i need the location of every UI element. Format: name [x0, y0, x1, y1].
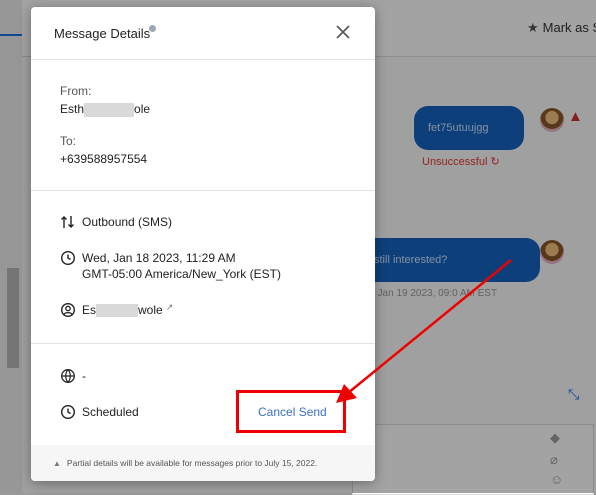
channel-row: - — [60, 368, 86, 384]
close-icon[interactable] — [333, 22, 353, 42]
external-link-icon[interactable]: ↗ — [166, 302, 174, 313]
globe-icon — [61, 369, 75, 384]
status-row: Scheduled — [60, 404, 139, 420]
direction-arrows-icon — [61, 216, 74, 228]
modal-title: Message Details — [54, 26, 151, 41]
status-text: Scheduled — [82, 405, 139, 419]
modal-header: Message Details — [31, 7, 375, 60]
footer-note: ▲ Partial details will be available for m… — [53, 458, 318, 468]
warning-icon: ▲ — [53, 459, 61, 468]
user-name[interactable]: Es wole — [82, 302, 163, 318]
details-section: Outbound (SMS) Wed, Jan 18 2023, 11:29 A… — [31, 191, 375, 344]
clock-icon — [60, 250, 76, 266]
from-name: Esth ole — [60, 102, 151, 117]
direction-row: Outbound (SMS) — [60, 214, 172, 230]
annotation-highlight-box — [236, 390, 346, 433]
recipients-section: From: Esth ole To: +639588957554 — [31, 60, 375, 191]
user-circle-icon — [60, 302, 76, 318]
redacted-text — [96, 304, 139, 318]
clock-icon — [60, 404, 76, 420]
from-label: From: — [60, 84, 92, 98]
datetime-row: Wed, Jan 18 2023, 11:29 AM GMT-05:00 Ame… — [60, 250, 281, 282]
redacted-text — [84, 102, 135, 117]
modal-footer: ▲ Partial details will be available for m… — [31, 445, 375, 481]
to-number: +639588957554 — [60, 152, 148, 166]
user-row[interactable]: Es wole ↗ — [60, 302, 173, 318]
to-label: To: — [60, 134, 77, 148]
info-icon[interactable] — [149, 25, 156, 32]
